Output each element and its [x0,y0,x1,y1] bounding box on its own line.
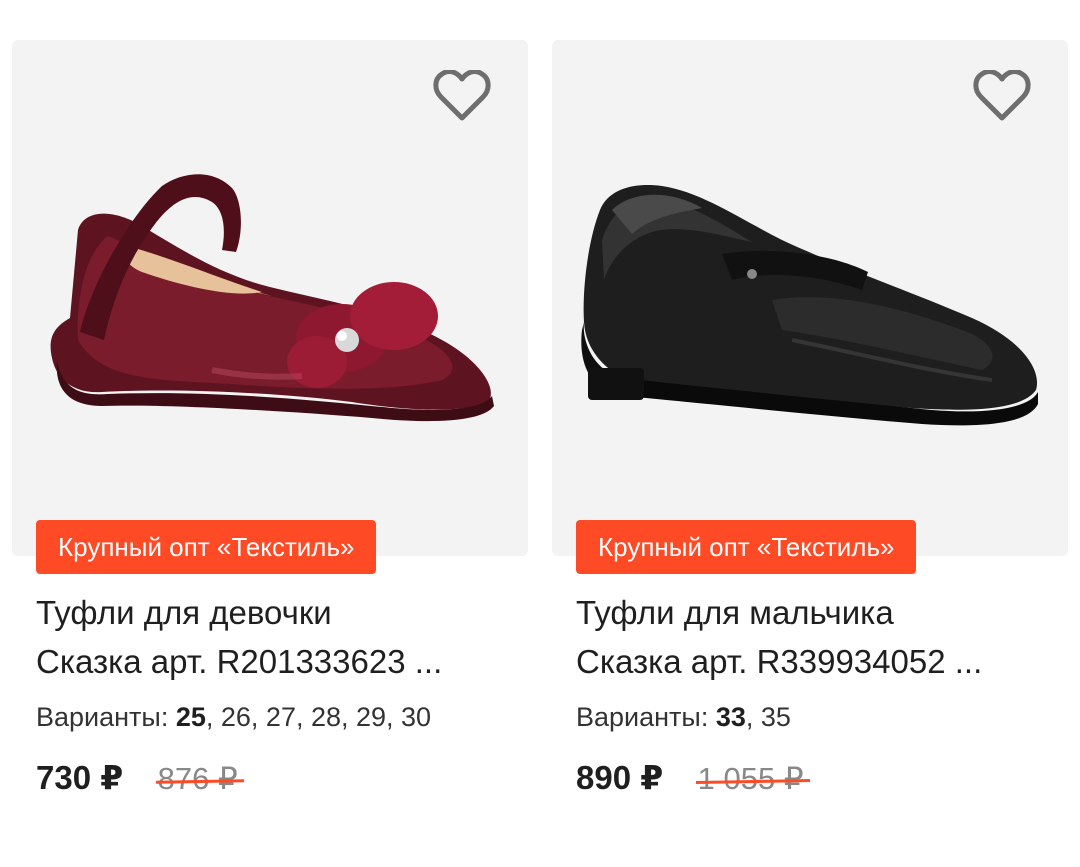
product-title-line: Туфли для мальчика [576,594,894,631]
product-title-line: Туфли для девочки [36,594,332,631]
product-title[interactable]: Туфли для девочки Сказка арт. R201333623… [36,588,516,686]
product-title-line: Сказка арт. R339934052 ... [576,643,983,680]
old-price: 1 055 ₽ [697,761,804,796]
product-title[interactable]: Туфли для мальчика Сказка арт. R33993405… [576,588,1056,686]
product-title-line: Сказка арт. R201333623 ... [36,643,443,680]
variants-list: , 26, 27, 28, 29, 30 [205,702,432,732]
product-grid: Крупный опт «Текстиль» Туфли для девочки… [0,0,1080,867]
favorite-button[interactable] [432,68,492,124]
old-price: 876 ₽ [157,761,238,796]
variant-selected: 25 [175,702,206,732]
price-block: 730 ₽ 876 ₽ [36,758,238,797]
current-price: 890 ₽ [576,759,664,796]
variant-selected: 33 [715,702,746,732]
current-price: 730 ₽ [36,759,124,796]
product-image-container[interactable]: Крупный опт «Текстиль» [552,40,1068,574]
heart-outline-icon [973,70,1031,121]
promo-badge: Крупный опт «Текстиль» [576,520,917,574]
variants-label: Варианты: [36,702,169,732]
promo-badge: Крупный опт «Текстиль» [36,520,377,574]
price-block: 890 ₽ 1 055 ₽ [576,758,804,797]
variants-list: , 35 [745,702,791,732]
product-image-container[interactable]: Крупный опт «Текстиль» [12,40,528,574]
size-variants: Варианты: 25, 26, 27, 28, 29, 30 [36,702,431,733]
size-variants: Варианты: 33, 35 [576,702,791,733]
product-card[interactable]: Крупный опт «Текстиль» Туфли для мальчик… [552,40,1068,796]
heart-outline-icon [433,70,491,121]
product-card[interactable]: Крупный опт «Текстиль» Туфли для девочки… [12,40,528,796]
variants-label: Варианты: [576,702,709,732]
favorite-button[interactable] [972,68,1032,124]
